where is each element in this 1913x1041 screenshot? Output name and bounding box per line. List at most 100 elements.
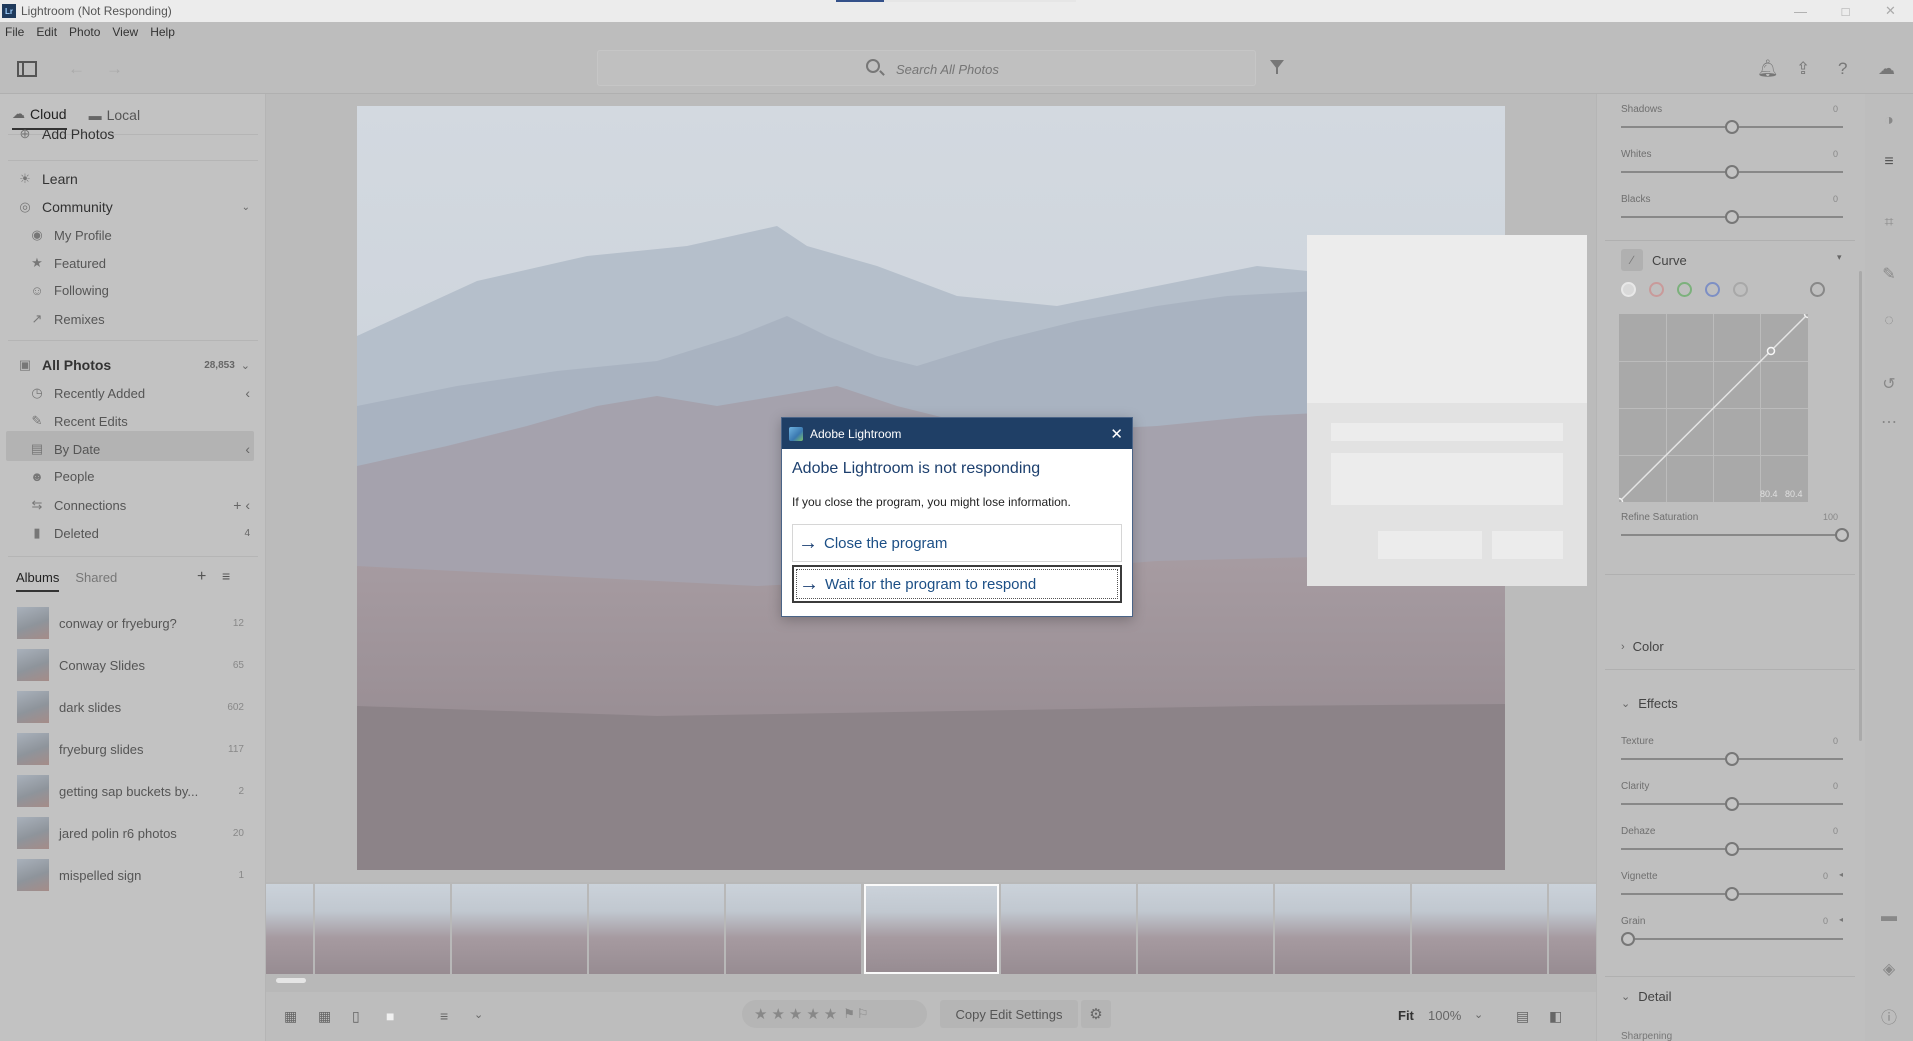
- deleted-item[interactable]: ▮ Deleted 4: [28, 525, 250, 541]
- rating-stars[interactable]: ★★★★★ ⚑⚐: [742, 1000, 927, 1028]
- slider-knob[interactable]: [1725, 752, 1739, 766]
- slider-knob[interactable]: [1621, 932, 1635, 946]
- texture-slider[interactable]: Texture 0: [1621, 736, 1843, 766]
- remixes-item[interactable]: ↗ Remixes: [28, 311, 250, 327]
- sort-lines-icon[interactable]: ≡: [440, 1008, 458, 1024]
- refine-saturation-slider[interactable]: Refine Saturation 100: [1621, 512, 1849, 542]
- chevron-left-icon[interactable]: ‹: [245, 385, 250, 401]
- zoom-chevron-down-icon[interactable]: ⌄: [1474, 1008, 1492, 1022]
- album-item[interactable]: mispelled sign 1: [17, 859, 244, 891]
- vignette-slider[interactable]: Vignette 0 ◂: [1621, 870, 1843, 901]
- zoom-fit-button[interactable]: Fit: [1398, 1008, 1414, 1023]
- album-item[interactable]: fryeburg slides 117: [17, 733, 244, 765]
- film-thumbnail[interactable]: [589, 884, 724, 974]
- edit-panel-scrollbar[interactable]: [1859, 271, 1862, 741]
- cloud-sync-icon[interactable]: ☁: [1878, 59, 1895, 79]
- film-thumbnail[interactable]: [1138, 884, 1273, 974]
- curve-toggle-icon[interactable]: ∕: [1621, 249, 1643, 271]
- wait-program-button[interactable]: → Wait for the program to respond: [792, 565, 1122, 603]
- channel-parametric-icon[interactable]: [1733, 282, 1748, 297]
- share-icon[interactable]: ⇪: [1796, 59, 1810, 79]
- comment-icon[interactable]: ▬: [1880, 908, 1898, 926]
- slider-knob[interactable]: [1725, 842, 1739, 856]
- targeted-adjust-icon[interactable]: [1810, 282, 1825, 297]
- close-window-icon[interactable]: ✕: [1868, 0, 1913, 22]
- chevron-left-icon[interactable]: ‹: [245, 441, 250, 457]
- chevron-down-icon[interactable]: ⌄: [474, 1008, 492, 1022]
- film-thumbnail[interactable]: [1412, 884, 1547, 974]
- blacks-slider[interactable]: Blacks 0: [1621, 194, 1843, 224]
- film-thumbnail[interactable]: [726, 884, 861, 974]
- minimize-icon[interactable]: —: [1778, 0, 1823, 22]
- film-thumbnail[interactable]: [1275, 884, 1410, 974]
- gear-icon[interactable]: ⚙: [1081, 1000, 1111, 1028]
- healing-brush-icon[interactable]: ✎: [1880, 264, 1898, 283]
- copy-edit-settings-button[interactable]: Copy Edit Settings: [940, 1000, 1078, 1028]
- my-profile-item[interactable]: ◉ My Profile: [28, 227, 250, 243]
- crop-icon[interactable]: ⌗: [1880, 214, 1898, 232]
- sort-icon[interactable]: ≡: [222, 568, 230, 584]
- before-after-icon[interactable]: ◧: [1549, 1008, 1567, 1024]
- channel-green-icon[interactable]: [1677, 282, 1692, 297]
- expand-left-icon[interactable]: ◂: [1839, 870, 1843, 879]
- channel-rgb-icon[interactable]: [1621, 282, 1636, 297]
- search-box[interactable]: [597, 50, 1256, 86]
- all-photos-item[interactable]: ▣ All Photos 28,853 ⌄: [16, 357, 250, 373]
- film-thumbnail[interactable]: [1001, 884, 1136, 974]
- history-icon[interactable]: ↺: [1880, 374, 1898, 393]
- back-arrow-icon[interactable]: ←: [68, 59, 85, 79]
- slider-knob[interactable]: [1725, 887, 1739, 901]
- recent-edits-item[interactable]: ✎ Recent Edits: [28, 413, 250, 429]
- filmstrip-toggle-icon[interactable]: ▤: [1516, 1008, 1534, 1024]
- add-album-icon[interactable]: +: [197, 568, 206, 586]
- album-item[interactable]: getting sap buckets by... 2: [17, 775, 244, 807]
- forward-arrow-icon[interactable]: →: [106, 59, 123, 79]
- more-options-icon[interactable]: ⋯: [1880, 412, 1898, 431]
- album-item[interactable]: dark slides 602: [17, 691, 244, 723]
- zoom-level[interactable]: 100%: [1428, 1008, 1461, 1023]
- community-item[interactable]: ◎ Community ⌄: [16, 199, 250, 215]
- film-thumbnail-selected[interactable]: [864, 884, 999, 974]
- add-connection-icon[interactable]: + ‹: [233, 497, 250, 513]
- people-item[interactable]: ☻ People: [28, 469, 250, 484]
- square-grid-icon[interactable]: ▦: [284, 1008, 302, 1024]
- maximize-icon[interactable]: □: [1823, 0, 1868, 22]
- slider-knob[interactable]: [1835, 528, 1849, 542]
- edit-sliders-icon[interactable]: ≡: [1880, 153, 1898, 171]
- featured-item[interactable]: ★ Featured: [28, 255, 250, 271]
- recently-added-item[interactable]: ◷ Recently Added ‹: [28, 385, 250, 401]
- add-photos-button[interactable]: ⊕ Add Photos: [16, 126, 250, 142]
- channel-red-icon[interactable]: [1649, 282, 1664, 297]
- detail-view-icon[interactable]: ■: [386, 1008, 404, 1024]
- film-thumbnail[interactable]: [266, 884, 313, 974]
- photo-grid-icon[interactable]: ▦: [318, 1008, 336, 1024]
- menu-view[interactable]: View: [112, 25, 138, 39]
- masking-icon[interactable]: ◌: [1880, 312, 1898, 330]
- slider-knob[interactable]: [1725, 210, 1739, 224]
- tab-shared[interactable]: Shared: [75, 570, 117, 592]
- following-item[interactable]: ☺ Following: [28, 283, 250, 298]
- grain-slider[interactable]: Grain 0 ◂: [1621, 915, 1843, 946]
- filter-icon[interactable]: [1270, 60, 1284, 74]
- effects-section-header[interactable]: ⌄ Effects: [1621, 696, 1678, 711]
- film-thumbnail[interactable]: [1549, 884, 1596, 974]
- learn-item[interactable]: ☀ Learn: [16, 171, 250, 187]
- bell-icon[interactable]: 🔔︎: [1757, 59, 1779, 79]
- compare-view-icon[interactable]: ▯: [352, 1008, 370, 1024]
- shadows-slider[interactable]: Shadows 0: [1621, 104, 1843, 134]
- help-icon[interactable]: ?: [1838, 59, 1847, 79]
- expand-left-icon[interactable]: ◂: [1839, 915, 1843, 924]
- channel-blue-icon[interactable]: [1705, 282, 1720, 297]
- album-item[interactable]: Conway Slides 65: [17, 649, 244, 681]
- menu-help[interactable]: Help: [150, 25, 175, 39]
- slider-knob[interactable]: [1725, 120, 1739, 134]
- curve-section-header[interactable]: ∕ Curve: [1621, 249, 1687, 271]
- menu-edit[interactable]: Edit: [36, 25, 57, 39]
- toggle-panel-icon[interactable]: [17, 61, 37, 77]
- slider-knob[interactable]: [1725, 797, 1739, 811]
- album-item[interactable]: jared polin r6 photos 20: [17, 817, 244, 849]
- flag-icons[interactable]: ⚑⚐: [843, 1006, 870, 1022]
- filmstrip-scrollbar[interactable]: [276, 978, 306, 983]
- dehaze-slider[interactable]: Dehaze 0: [1621, 826, 1843, 856]
- chevron-down-icon[interactable]: ⌄: [241, 359, 250, 372]
